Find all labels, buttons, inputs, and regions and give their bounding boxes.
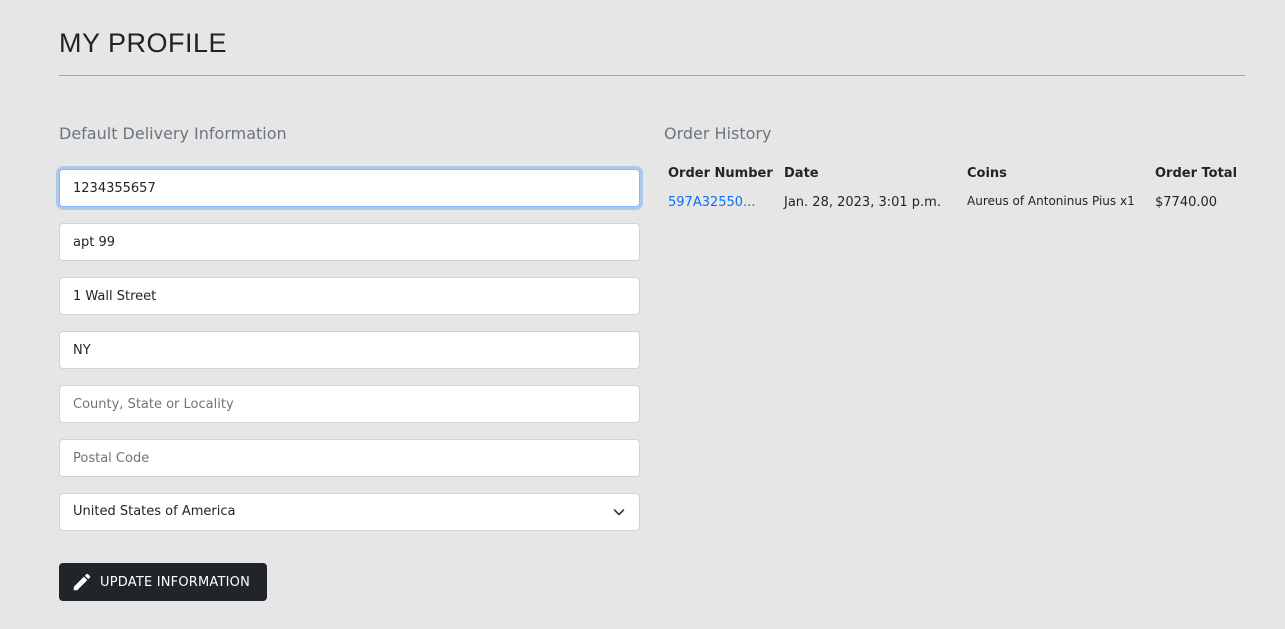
- column-header-coins: Coins: [967, 166, 1007, 181]
- town-city-field[interactable]: [59, 331, 640, 369]
- street-address-2-field[interactable]: [59, 277, 640, 315]
- title-divider: [59, 75, 1245, 76]
- country-selected-value: United States of America: [73, 504, 236, 519]
- order-coins-cell: Aureus of Antoninus Pius x1: [967, 194, 1135, 208]
- table-header-row: Order Number Date Coins Order Total: [664, 160, 1244, 189]
- delivery-heading: Default Delivery Information: [59, 124, 287, 143]
- chevron-down-icon: [613, 509, 625, 516]
- phone-number-field[interactable]: [59, 169, 640, 207]
- order-total-cell: $7740.00: [1155, 195, 1218, 210]
- order-history-heading: Order History: [664, 124, 772, 143]
- postal-code-field[interactable]: [59, 439, 640, 477]
- order-history-table: Order Number Date Coins Order Total 597A…: [664, 160, 1244, 216]
- update-information-button[interactable]: UPDATE INFORMATION: [59, 563, 267, 601]
- county-state-field[interactable]: [59, 385, 640, 423]
- order-date-cell: Jan. 28, 2023, 3:01 p.m.: [784, 195, 941, 210]
- table-row: 597A32550... Jan. 28, 2023, 3:01 p.m. Au…: [664, 189, 1244, 216]
- profile-page: MY PROFILE Default Delivery Information …: [0, 0, 1285, 629]
- country-select[interactable]: United States of America: [59, 493, 640, 531]
- order-number-cell: 597A32550...: [664, 189, 780, 216]
- column-header-date: Date: [784, 166, 819, 181]
- column-header-order-total: Order Total: [1155, 166, 1238, 181]
- update-button-label: UPDATE INFORMATION: [100, 574, 251, 590]
- pencil-icon: [73, 573, 91, 591]
- page-title: MY PROFILE: [59, 28, 228, 58]
- street-address-1-field[interactable]: [59, 223, 640, 261]
- order-number-link[interactable]: 597A32550...: [668, 195, 755, 210]
- column-header-order-number: Order Number: [668, 166, 773, 181]
